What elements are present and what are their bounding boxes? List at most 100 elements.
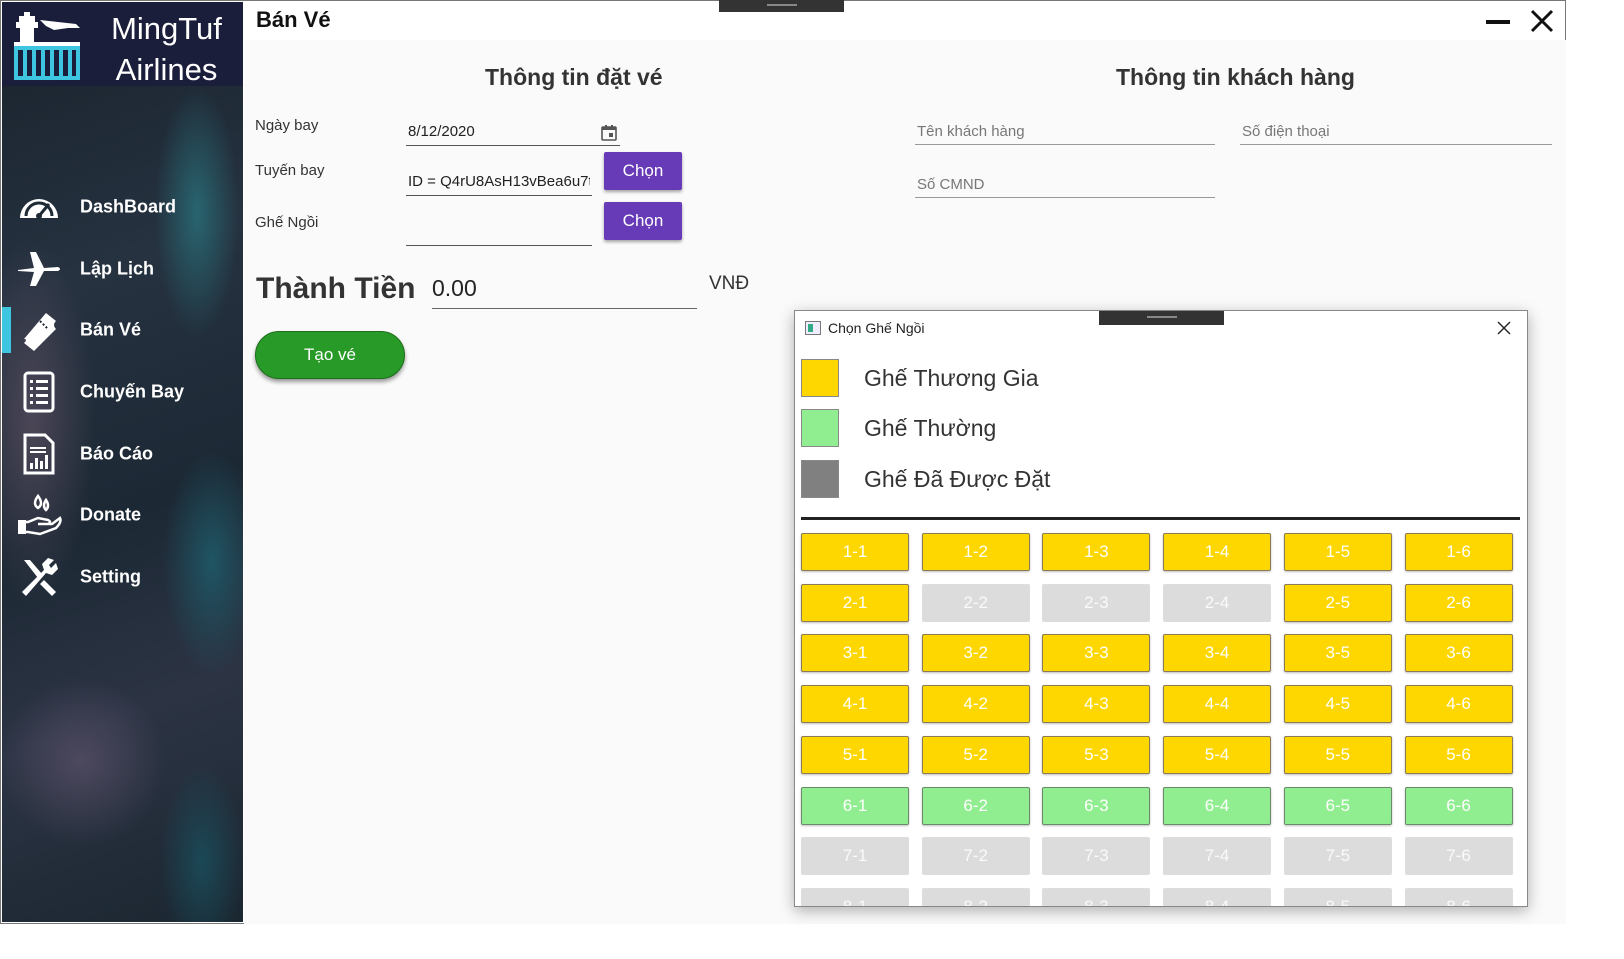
seat-button-6-1[interactable]: 6-1 bbox=[801, 786, 909, 825]
sidebar-item-label: DashBoard bbox=[80, 196, 177, 217]
sidebar-item-donate[interactable]: Donate bbox=[2, 484, 243, 546]
booked-seat-swatch bbox=[801, 460, 839, 498]
sidebar-item-label: Donate bbox=[80, 504, 142, 525]
date-label: Ngày bay bbox=[255, 117, 319, 134]
title-bar: Bán Vé bbox=[244, 0, 1564, 41]
seat-button-4-3[interactable]: 4-3 bbox=[1042, 685, 1151, 724]
minimize-icon[interactable] bbox=[1486, 20, 1510, 24]
sidebar-item-dashboard[interactable]: DashBoard bbox=[2, 176, 243, 238]
seat-button-8-3: 8-3 bbox=[1042, 887, 1151, 906]
sidebar-item-sell-ticket[interactable]: Bán Vé bbox=[2, 299, 243, 361]
dialog-title: Chọn Ghế Ngồi bbox=[828, 320, 925, 336]
seat-field[interactable] bbox=[406, 218, 592, 246]
seat-button-4-2[interactable]: 4-2 bbox=[921, 685, 1030, 724]
route-label: Tuyến bay bbox=[255, 162, 325, 179]
sidebar-item-label: Chuyến Bay bbox=[80, 381, 185, 402]
seat-button-1-5[interactable]: 1-5 bbox=[1283, 533, 1392, 571]
seat-button-4-6[interactable]: 4-6 bbox=[1404, 685, 1513, 724]
dialog-title-bar: Chọn Ghế Ngồi bbox=[795, 311, 1527, 345]
seat-button-8-2: 8-2 bbox=[921, 887, 1030, 906]
total-amount-field[interactable] bbox=[432, 268, 697, 309]
legend-label: Ghế Thương Gia bbox=[864, 365, 1039, 391]
sidebar-nav: DashBoard Lập Lịch Bán Vé Chuyến Bay Báo… bbox=[2, 176, 243, 608]
seat-button-5-6[interactable]: 5-6 bbox=[1404, 735, 1513, 774]
airport-tower-logo-icon bbox=[14, 12, 80, 80]
sidebar-item-setting[interactable]: Setting bbox=[2, 546, 243, 608]
close-icon[interactable] bbox=[1495, 319, 1513, 337]
customer-name-input[interactable] bbox=[915, 118, 1215, 145]
seat-button-3-2[interactable]: 3-2 bbox=[921, 634, 1030, 673]
brand-name: MingTuf Airlines bbox=[94, 8, 239, 90]
seat-button-4-1[interactable]: 4-1 bbox=[801, 685, 909, 724]
page-title: Bán Vé bbox=[256, 7, 331, 32]
seat-button-8-5: 8-5 bbox=[1283, 887, 1392, 906]
close-icon[interactable] bbox=[1527, 6, 1557, 36]
id-card-input[interactable] bbox=[915, 171, 1215, 198]
seat-button-2-5[interactable]: 2-5 bbox=[1283, 583, 1392, 622]
seat-button-3-4[interactable]: 3-4 bbox=[1163, 634, 1272, 673]
seat-button-5-5[interactable]: 5-5 bbox=[1283, 735, 1392, 774]
seat-button-7-5: 7-5 bbox=[1283, 837, 1392, 876]
route-field[interactable] bbox=[406, 168, 592, 196]
seat-button-1-2[interactable]: 1-2 bbox=[921, 533, 1030, 571]
seat-button-6-6[interactable]: 6-6 bbox=[1404, 786, 1513, 825]
seat-button-6-5[interactable]: 6-5 bbox=[1283, 786, 1392, 825]
seat-button-5-3[interactable]: 5-3 bbox=[1042, 735, 1151, 774]
seat-label: Ghế Ngồi bbox=[255, 214, 319, 231]
seat-picker-dialog: Chọn Ghế Ngồi Ghế Thương Gia Ghế Thường … bbox=[794, 310, 1528, 907]
seat-button-3-5[interactable]: 3-5 bbox=[1283, 634, 1392, 673]
tools-icon bbox=[22, 557, 58, 596]
seat-button-8-1: 8-1 bbox=[801, 887, 909, 906]
legend-label: Ghế Đã Được Đặt bbox=[864, 466, 1051, 492]
seat-button-5-2[interactable]: 5-2 bbox=[921, 735, 1030, 774]
seat-button-4-5[interactable]: 4-5 bbox=[1283, 685, 1392, 724]
calendar-icon[interactable] bbox=[600, 124, 618, 142]
flight-date-picker[interactable] bbox=[406, 118, 620, 146]
seat-button-3-6[interactable]: 3-6 bbox=[1404, 634, 1513, 673]
seat-button-6-2[interactable]: 6-2 bbox=[921, 786, 1030, 825]
choose-route-button[interactable]: Chọn bbox=[604, 152, 682, 190]
airplane-icon bbox=[18, 251, 60, 286]
sidebar-item-label: Báo Cáo bbox=[80, 443, 154, 464]
seat-button-1-3[interactable]: 1-3 bbox=[1042, 533, 1151, 571]
sidebar-item-flights[interactable]: Chuyến Bay bbox=[2, 361, 243, 423]
total-label: Thành Tiền bbox=[256, 272, 416, 305]
seat-button-7-3: 7-3 bbox=[1042, 837, 1151, 876]
booking-section-title: Thông tin đặt vé bbox=[485, 64, 663, 90]
seat-button-2-1[interactable]: 2-1 bbox=[801, 583, 909, 622]
seat-button-3-1[interactable]: 3-1 bbox=[801, 634, 909, 673]
choose-seat-button[interactable]: Chọn bbox=[604, 202, 682, 240]
seat-button-3-3[interactable]: 3-3 bbox=[1042, 634, 1151, 673]
sidebar-item-scheduling[interactable]: Lập Lịch bbox=[2, 238, 243, 300]
sidebar-item-label: Bán Vé bbox=[80, 319, 142, 340]
phone-input[interactable] bbox=[1240, 118, 1552, 145]
standard-seat-swatch bbox=[801, 409, 839, 447]
seat-button-1-6[interactable]: 1-6 bbox=[1404, 533, 1513, 571]
customer-section-title: Thông tin khách hàng bbox=[1116, 64, 1355, 90]
speedometer-icon bbox=[20, 198, 58, 219]
seat-button-7-2: 7-2 bbox=[921, 837, 1030, 876]
brand-name-line1: MingTuf bbox=[111, 11, 222, 46]
seat-button-2-2: 2-2 bbox=[921, 583, 1030, 622]
seat-button-1-4[interactable]: 1-4 bbox=[1163, 533, 1272, 571]
seat-button-7-4: 7-4 bbox=[1163, 837, 1272, 876]
seat-button-5-1[interactable]: 5-1 bbox=[801, 735, 909, 774]
brand-header: MingTuf Airlines bbox=[2, 2, 243, 87]
seat-button-6-4[interactable]: 6-4 bbox=[1163, 786, 1272, 825]
legend-label: Ghế Thường bbox=[864, 415, 997, 441]
drag-handle[interactable] bbox=[719, 0, 844, 12]
seat-button-6-3[interactable]: 6-3 bbox=[1042, 786, 1151, 825]
business-seat-swatch bbox=[801, 359, 839, 397]
seat-button-5-4[interactable]: 5-4 bbox=[1163, 735, 1272, 774]
seat-button-2-3: 2-3 bbox=[1042, 583, 1151, 622]
seat-button-4-4[interactable]: 4-4 bbox=[1163, 685, 1272, 724]
create-ticket-button[interactable]: Tạo vé bbox=[255, 331, 405, 379]
seat-button-8-4: 8-4 bbox=[1163, 887, 1272, 906]
sidebar-item-label: Setting bbox=[80, 566, 141, 587]
currency-label: VNĐ bbox=[709, 273, 750, 294]
sidebar-item-reports[interactable]: Báo Cáo bbox=[2, 423, 243, 485]
seat-button-7-6: 7-6 bbox=[1404, 837, 1513, 876]
dialog-drag-handle[interactable] bbox=[1099, 311, 1224, 325]
seat-button-1-1[interactable]: 1-1 bbox=[801, 533, 909, 571]
seat-button-2-6[interactable]: 2-6 bbox=[1404, 583, 1513, 622]
